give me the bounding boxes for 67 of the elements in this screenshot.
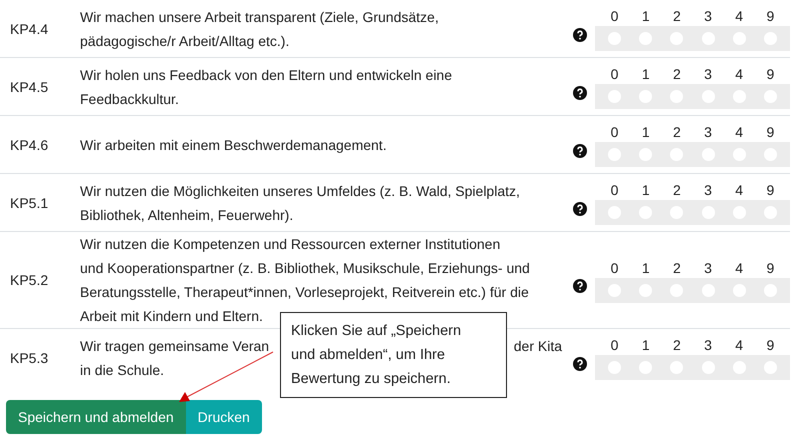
- statement-text: Wir arbeiten mit einem Beschwerdemanagement.: [80, 136, 387, 155]
- item-code: KP4.6: [9, 136, 50, 152]
- scale-label: 3: [703, 181, 713, 200]
- scale-label: 9: [765, 7, 776, 26]
- scale-label: 4: [734, 336, 744, 355]
- scale-label: 2: [672, 123, 682, 142]
- scale-label: 4: [734, 123, 744, 142]
- scale-label: 1: [640, 65, 651, 84]
- scale-label: 3: [703, 336, 713, 355]
- item-code: KP5.1: [9, 194, 50, 210]
- help-icon[interactable]: [573, 144, 587, 158]
- statement-text: in die Schule.: [80, 360, 164, 380]
- help-icon[interactable]: [573, 356, 587, 370]
- item-code: KP5.2: [9, 272, 50, 288]
- scale-label: 0: [610, 336, 620, 355]
- scale-label: 1: [640, 336, 651, 355]
- item-code: KP4.5: [9, 78, 50, 94]
- scale-label: 1: [640, 181, 651, 200]
- statement-text: Bibliothek, Altenheim, Feuerwehr).: [80, 206, 294, 225]
- statement-text: Wir holen uns Feedback von den Eltern und entwickeln eine: [80, 66, 452, 84]
- scale-label: 1: [640, 123, 651, 142]
- statement-text: Beratungsstelle, Therapeut*innen, Vorleseprojekt, Reitverein etc.) für die: [80, 283, 529, 302]
- scale-label: 3: [703, 258, 713, 278]
- scale-label: 3: [703, 123, 713, 142]
- callout-text: und abmelden“, um Ihre: [291, 346, 446, 365]
- scale-label: 0: [610, 65, 620, 84]
- scale-label: 4: [734, 181, 744, 200]
- scale-label: 2: [672, 181, 682, 200]
- scale-label: 4: [734, 7, 744, 26]
- help-icon[interactable]: [573, 28, 587, 42]
- statement-text: Wir nutzen die Kompetenzen und Ressourcen externer Institutionen: [80, 235, 500, 254]
- statement-text: und Kooperationspartner (z. B. Bibliothek, Musikschule, Erziehungs- und: [80, 259, 530, 278]
- print-button[interactable]: Drucken: [186, 400, 262, 434]
- scale-label: 1: [640, 7, 651, 26]
- scale-label: 0: [610, 123, 620, 142]
- statement-text: Arbeit mit Kindern und Eltern.: [80, 307, 263, 326]
- scale-label: 0: [610, 181, 620, 200]
- scale-label: 2: [672, 65, 682, 84]
- scale-label: 9: [765, 181, 776, 200]
- callout-text: Klicken Sie auf „Speichern: [291, 322, 462, 341]
- statement-text: Wir tragen gemeinsame Veran: [80, 336, 270, 356]
- scale-label: 3: [703, 7, 713, 26]
- callout-text: Bewertung zu speichern.: [291, 370, 452, 389]
- scale-label: 2: [672, 258, 682, 278]
- help-icon[interactable]: [573, 279, 587, 293]
- scale-label: 0: [610, 258, 620, 278]
- statement-text: Wir nutzen die Möglichkeiten unseres Umfeldes (z. B. Wald, Spielplatz,: [80, 182, 520, 201]
- scale-label: 9: [765, 258, 776, 278]
- item-code: KP4.4: [9, 20, 50, 36]
- statement-text: Feedbackkultur.: [80, 90, 179, 108]
- scale-label: 0: [610, 7, 620, 26]
- statement-text: Wir machen unsere Arbeit transparent (Ziele, Grundsätze,: [80, 8, 439, 27]
- scale-label: 3: [703, 65, 713, 84]
- scale-label: 2: [672, 336, 682, 355]
- scale-label: 2: [672, 7, 682, 26]
- scale-label: 4: [734, 65, 744, 84]
- scale-label: 9: [765, 123, 776, 142]
- help-icon[interactable]: [573, 202, 587, 216]
- statement-text: pädagogische/r Arbeit/Alltag etc.).: [80, 32, 290, 51]
- scale-label: 9: [765, 336, 776, 355]
- help-icon[interactable]: [573, 86, 587, 100]
- save-button[interactable]: Speichern und abmelden: [6, 400, 186, 434]
- item-code: KP5.3: [9, 350, 50, 366]
- scale-label: 4: [734, 258, 744, 278]
- scale-label: 9: [765, 65, 776, 84]
- scale-label: 1: [640, 258, 651, 278]
- statement-text: der Kita: [514, 336, 562, 356]
